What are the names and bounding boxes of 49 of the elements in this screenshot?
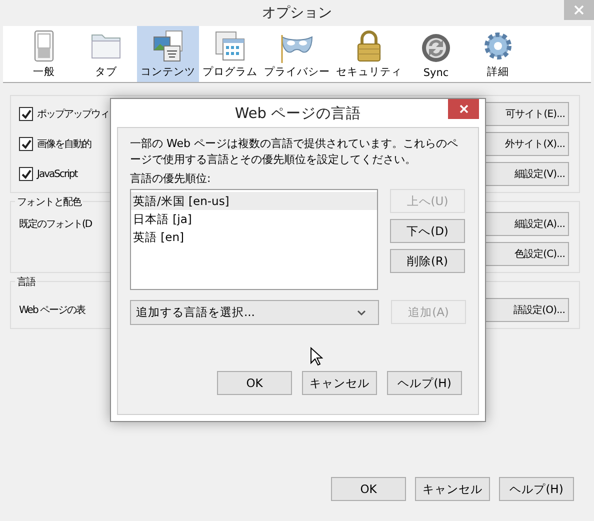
dialog-button[interactable]: OK	[217, 371, 292, 395]
settings-button[interactable]: 外サイト(X)...	[483, 132, 569, 156]
description-text: 一部の Web ページは複数の言語で提供されています。これらのページで使用する言語とその優先順位を設定してください。	[130, 136, 459, 168]
dialog-button[interactable]: ヘルプ(H)	[499, 477, 574, 501]
toolbar-tab[interactable]: プログラム	[199, 26, 261, 82]
list-button[interactable]: 削除(R)	[390, 249, 465, 273]
checkbox[interactable]	[19, 167, 33, 181]
window-grid-icon	[214, 29, 246, 63]
checkbox[interactable]	[19, 107, 33, 121]
settings-button[interactable]: 可サイト(E)...	[483, 102, 569, 126]
language-item[interactable]: 英語/米国 [en-us]	[131, 192, 377, 210]
settings-button[interactable]: 語設定(O)...	[483, 298, 569, 322]
list-label: 言語の優先順位:	[130, 171, 212, 186]
window-title: オプション	[262, 4, 332, 22]
language-item[interactable]: 英語 [en]	[131, 228, 377, 246]
language-dropdown[interactable]: 追加する言語を選択...	[130, 300, 379, 325]
language-list[interactable]: 英語/米国 [en-us] 日本語 [ja] 英語 [en]	[130, 189, 378, 290]
settings-button[interactable]: 色設定(C)...	[483, 242, 569, 266]
dialog-button[interactable]: ヘルプ(H)	[387, 371, 462, 395]
cursor-icon	[310, 347, 323, 367]
dialog-title: Web ページの言語	[234, 104, 362, 122]
list-button[interactable]: 下へ(D)	[390, 219, 465, 243]
option-label: JavaScript	[37, 168, 78, 180]
toolbar-tab[interactable]: プライバシー	[261, 26, 333, 82]
toolbar-tab[interactable]: Sync	[405, 26, 467, 82]
close-button[interactable]	[448, 99, 479, 119]
group-title: 言語	[15, 275, 38, 289]
language-item[interactable]: 日本語 [ja]	[131, 210, 377, 228]
dialog-button[interactable]: OK	[331, 477, 406, 501]
settings-button[interactable]: 細設定(A)...	[483, 212, 569, 236]
close-icon	[573, 4, 585, 16]
option-label: Web ページの表	[19, 304, 85, 317]
toolbar-tab[interactable]: コンテンツ	[137, 26, 199, 82]
toolbar-tab[interactable]: 詳細	[467, 26, 529, 82]
toolbar-tab[interactable]: セキュリティ	[333, 26, 405, 82]
option-label: ポップアップウィ	[37, 108, 109, 121]
option-label: 既定のフォント(D	[19, 218, 92, 231]
content-icon	[152, 29, 184, 63]
close-icon	[458, 104, 468, 114]
checkbox[interactable]	[19, 137, 33, 151]
group-title: フォントと配色	[15, 195, 84, 209]
dialog-button[interactable]: キャンセル	[302, 371, 377, 395]
sync-icon	[420, 31, 452, 65]
toolbar-tab[interactable]: タブ	[75, 26, 137, 82]
option-label: 画像を自動的	[37, 138, 91, 151]
dialog-button[interactable]: キャンセル	[415, 477, 490, 501]
chevron-down-icon	[357, 310, 366, 316]
settings-button[interactable]: 細設定(V)...	[483, 162, 569, 186]
toolbar-tab[interactable]: 一般	[13, 26, 75, 82]
